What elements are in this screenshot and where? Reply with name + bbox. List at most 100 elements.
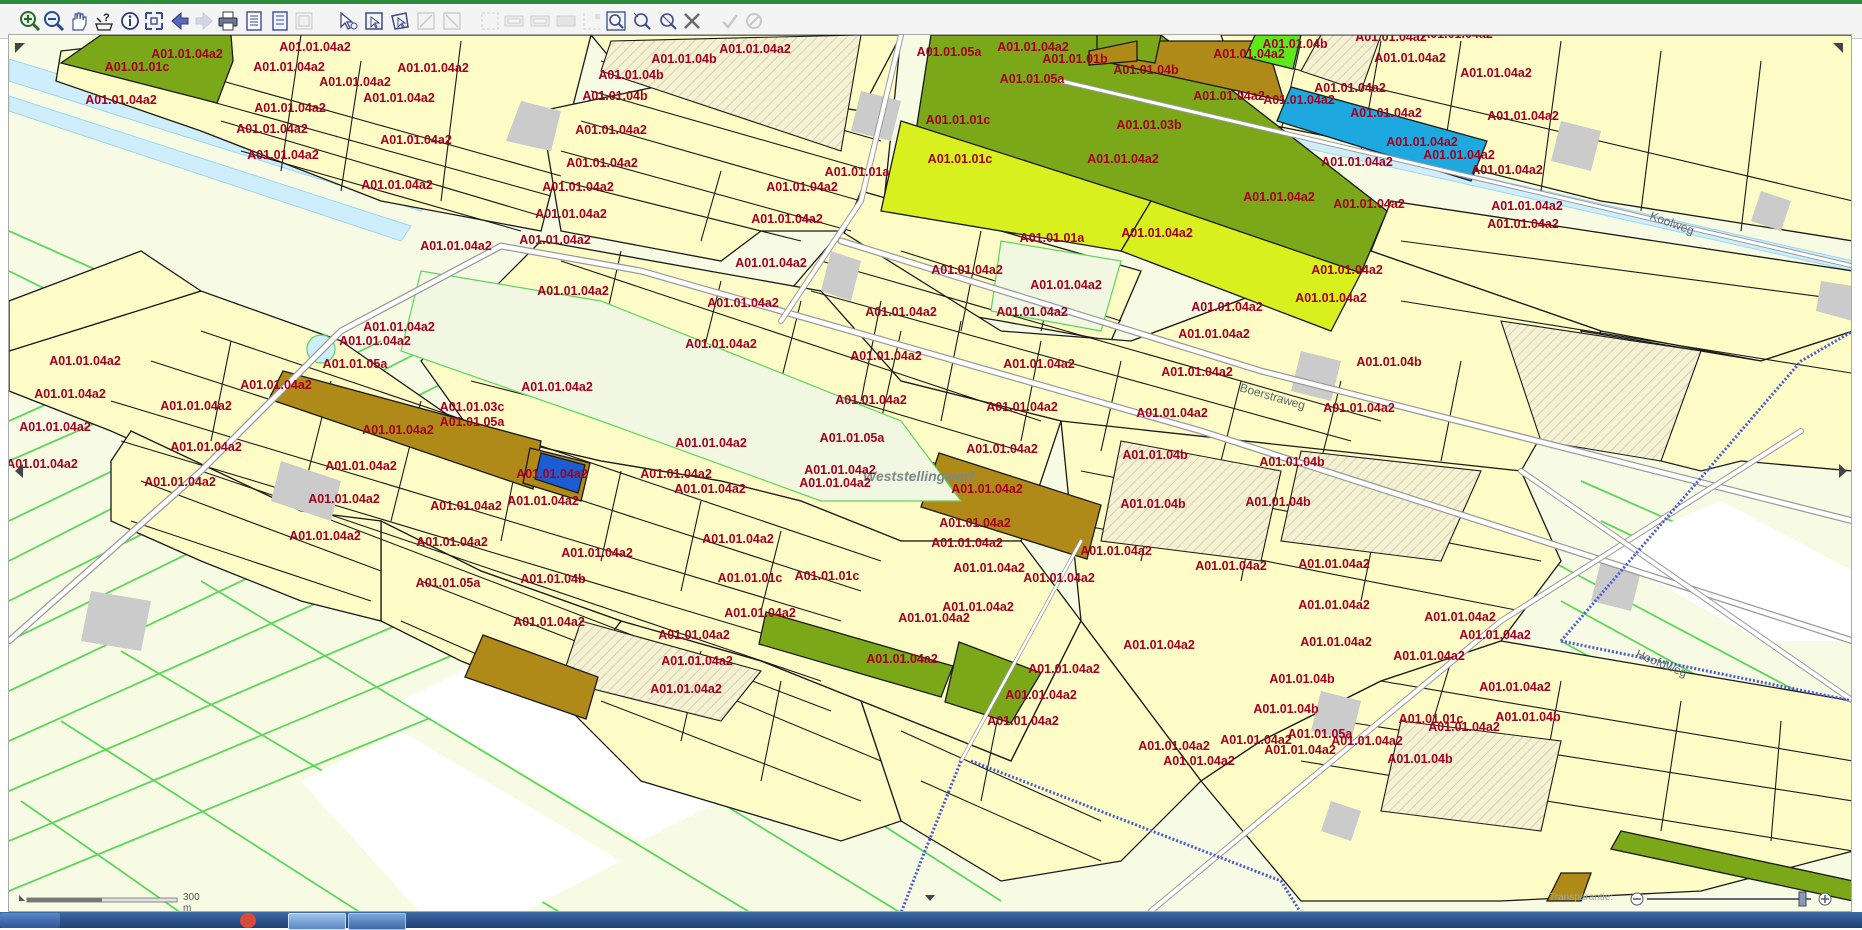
help-icon: ? — [95, 12, 113, 31]
parcel-label: A01.01.04a2 — [1298, 598, 1370, 612]
parcel-label: A01.01.01c — [928, 152, 993, 166]
transparency-slider-handle[interactable] — [1798, 891, 1807, 907]
scale-bar: 300 m — [17, 891, 207, 911]
parcel-label: A01.01.04a2 — [1298, 557, 1370, 571]
parcel-label: A01.01.04a2 — [1138, 739, 1210, 753]
parcel-label: A01.01.04a2 — [1393, 649, 1465, 663]
parcel-label: A01.01.04b — [1356, 355, 1422, 369]
parcel-label: A01.01.04b — [520, 572, 586, 586]
parcel-label: A01.01.04a2 — [240, 378, 312, 392]
parcel-label: A01.01.04a2 — [521, 380, 593, 394]
parcel-label: A01.01.04a2 — [996, 305, 1068, 319]
parcel-label: A01.01.04a2 — [361, 178, 433, 192]
close-tool-button[interactable] — [680, 9, 704, 33]
parcel-label: A01.01.04a2 — [650, 682, 722, 696]
taskbar-app-icon[interactable] — [240, 913, 256, 928]
export-button[interactable] — [292, 9, 316, 33]
parcel-label: A01.01.04b — [1122, 448, 1188, 462]
select-pointer-button[interactable] — [336, 9, 360, 33]
next-extent-button[interactable] — [192, 9, 216, 33]
parcel-label: A01.01.04b — [582, 89, 648, 103]
parcel-label: A01.01.04a2 — [253, 60, 325, 74]
parcel-label: A01.01.04a2 — [675, 436, 747, 450]
parcel-label: A01.01.04a2 — [507, 494, 579, 508]
parcel-label: A01.01.04b — [1245, 495, 1311, 509]
map-canvas[interactable]: Weststellingwerf Koolweg Boerstraweg Hoo… — [9, 35, 1852, 912]
parcel-label: A01.01.04a2 — [719, 42, 791, 56]
svg-text:?: ? — [103, 12, 110, 24]
parcel-label: A01.01.04a2 — [49, 354, 121, 368]
parcel-label: A01.01.04a2 — [835, 393, 907, 407]
taskbar-app-active[interactable] — [288, 913, 346, 930]
parcel-label: A01.01.01a — [825, 165, 891, 179]
select-clear-icon — [443, 12, 461, 30]
parcel-label: A01.01.04a2 — [1163, 754, 1235, 768]
confirm-button[interactable] — [718, 9, 742, 33]
zoom-selection-button[interactable] — [604, 9, 628, 33]
export-icon — [295, 12, 313, 30]
transparency-slider[interactable] — [1629, 891, 1849, 907]
parcel-label: A01.01.04a2 — [420, 239, 492, 253]
parcel-label: A01.01.04a2 — [953, 561, 1025, 575]
frame-c-button[interactable] — [554, 9, 578, 33]
measure-icon — [481, 12, 499, 30]
parcel-label: A01.01.04a2 — [1487, 217, 1559, 231]
parcel-label: A01.01.04a2 — [1479, 680, 1551, 694]
zoom-rect-button[interactable] — [630, 9, 654, 33]
node-icon — [583, 13, 600, 30]
parcel-label: A01.01.04a2 — [674, 482, 746, 496]
parcel-label: A01.01.04a2 — [1333, 197, 1405, 211]
parcel-label: A01.01.04a2 — [151, 47, 223, 61]
cancel-button[interactable] — [742, 9, 766, 33]
measure-button[interactable] — [478, 9, 502, 33]
os-taskbar — [0, 912, 1862, 930]
parcel-label: A01.01.04a2 — [1323, 401, 1395, 415]
parcel-label: A01.01.04b — [1253, 702, 1319, 716]
print-button[interactable] — [216, 9, 240, 33]
parcel-label: A01.01.04b — [1495, 710, 1561, 724]
select-rectangle-button[interactable] — [362, 9, 386, 33]
info-button[interactable] — [118, 9, 142, 33]
map-viewport[interactable]: Weststellingwerf Koolweg Boerstraweg Hoo… — [8, 34, 1852, 912]
parcel-label: A01.01.04a2 — [308, 492, 380, 506]
parcel-label: A01.01.04a2 — [939, 516, 1011, 530]
taskbar-start[interactable] — [0, 913, 60, 928]
parcel-label: A01.01.04a2 — [363, 320, 435, 334]
parcel-label: A01.01.04a2 — [1087, 152, 1159, 166]
select-polygon-button[interactable] — [388, 9, 412, 33]
parcel-label: A01.01.04a2 — [661, 654, 733, 668]
zoom-out-button[interactable] — [42, 9, 66, 33]
parcel-label: A01.01.04a2 — [1195, 559, 1267, 573]
zoom-clear-button[interactable] — [656, 9, 680, 33]
zoom-in-button[interactable] — [18, 9, 42, 33]
pan-button[interactable] — [66, 9, 90, 33]
parcel-label: A01.01.04a2 — [850, 349, 922, 363]
previous-extent-button[interactable] — [168, 9, 192, 33]
parcel-label: A01.01.04a2 — [1459, 628, 1531, 642]
parcel-label: A01.01.04a2 — [236, 122, 308, 136]
parcel-label: A01.01.04a2 — [1374, 51, 1446, 65]
parcel-label: A01.01.04b — [1269, 672, 1335, 686]
parcel-label: A01.01.04a2 — [966, 442, 1038, 456]
parcel-label: A01.01.04a2 — [430, 499, 502, 513]
parcel-label: A01.01.04a2 — [1350, 106, 1422, 120]
parcel-label: A01.01.04a2 — [247, 148, 319, 162]
frame-a-button[interactable] — [502, 9, 526, 33]
parcel-label: A01.01.04a2 — [751, 212, 823, 226]
node-button[interactable] — [580, 9, 604, 33]
help-button[interactable]: ? — [92, 9, 116, 33]
report-button[interactable] — [242, 9, 266, 33]
parcel-label: A01.01.05a — [416, 576, 482, 590]
select-edit-button[interactable] — [414, 9, 438, 33]
report-list-button[interactable] — [268, 9, 292, 33]
parcel-label: A01.01.04a2 — [1136, 406, 1208, 420]
parcel-label: A01.01.04a2 — [799, 476, 871, 490]
parcel-label: A01.01.01b — [1042, 52, 1108, 66]
parcel-label: A01.01.04a2 — [724, 606, 796, 620]
full-extent-button[interactable] — [142, 9, 166, 33]
parcel-label: A01.01.04a2 — [702, 532, 774, 546]
frame-c-icon — [556, 15, 576, 27]
select-clear-button[interactable] — [440, 9, 464, 33]
frame-b-button[interactable] — [528, 9, 552, 33]
taskbar-app-browser[interactable] — [348, 913, 406, 930]
